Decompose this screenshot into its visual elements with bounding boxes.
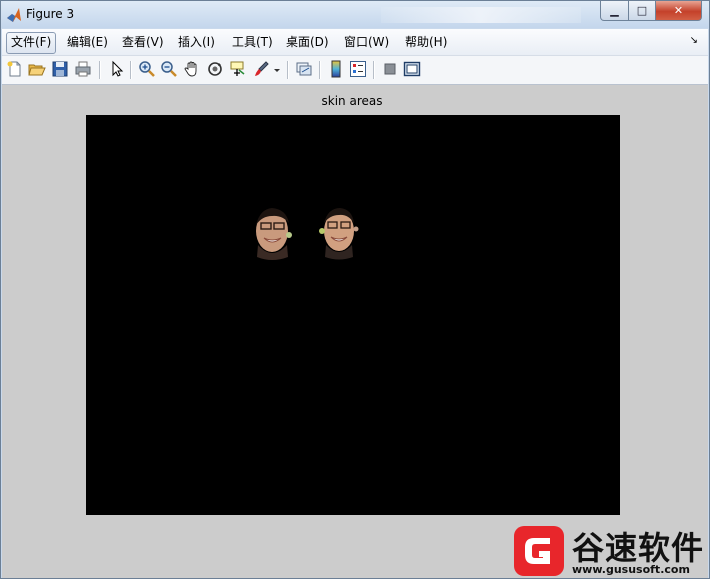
- minimize-button[interactable]: ▁: [600, 1, 629, 21]
- toolbar-separator: [319, 61, 321, 79]
- minimize-icon: ▁: [610, 4, 619, 17]
- matlab-logo-icon: [7, 8, 21, 22]
- watermark-url: www.gususoft.com: [572, 563, 690, 576]
- pan-hand-icon[interactable]: [183, 60, 201, 78]
- zoom-in-icon[interactable]: [138, 60, 156, 78]
- new-figure-icon[interactable]: [6, 60, 24, 78]
- rotate-3d-icon[interactable]: [206, 60, 224, 78]
- maximize-icon: □: [636, 4, 648, 17]
- toolbar-separator: [99, 61, 101, 79]
- maximize-button[interactable]: □: [628, 1, 656, 21]
- menu-edit[interactable]: 编辑(E): [63, 32, 112, 52]
- menu-tools[interactable]: 工具(T): [228, 32, 277, 52]
- menu-bar: 文件(F) 编辑(E) 查看(V) 插入(I) 工具(T) 桌面(D) 窗口(W…: [2, 29, 708, 56]
- open-file-icon[interactable]: [28, 60, 46, 78]
- figure-window: Figure 3 ▁ □ ✕ 文件(F) 编辑(E) 查看(V) 插入(I) 工…: [0, 0, 710, 579]
- menu-file[interactable]: 文件(F): [6, 32, 57, 54]
- gususoft-logo-icon: [514, 526, 564, 576]
- title-bar-blur: [381, 7, 581, 23]
- plot-title: skin areas: [321, 94, 383, 108]
- menu-help[interactable]: 帮助(H): [401, 32, 451, 52]
- print-icon[interactable]: [74, 60, 92, 78]
- menu-window[interactable]: 窗口(W): [340, 32, 393, 52]
- skin-region-face-right: [319, 208, 359, 260]
- toolbar-separator: [130, 61, 132, 79]
- legend-icon[interactable]: [349, 60, 367, 78]
- brush-icon[interactable]: [252, 60, 270, 78]
- figure-toolbar: [2, 56, 708, 85]
- menu-insert[interactable]: 插入(I): [174, 32, 219, 52]
- save-icon[interactable]: [51, 60, 69, 78]
- toolbar-separator: [373, 61, 375, 79]
- colorbar-icon[interactable]: [327, 60, 345, 78]
- zoom-out-icon[interactable]: [160, 60, 178, 78]
- title-bar[interactable]: Figure 3 ▁ □ ✕: [1, 1, 709, 28]
- menu-view[interactable]: 查看(V): [118, 32, 168, 52]
- show-plot-tools-icon[interactable]: [403, 60, 421, 78]
- close-icon: ✕: [673, 4, 684, 17]
- link-plot-icon[interactable]: [295, 60, 313, 78]
- hide-plot-tools-icon[interactable]: [381, 60, 399, 78]
- brush-dropdown-icon[interactable]: [272, 60, 282, 78]
- menu-overflow-icon[interactable]: ↘: [690, 35, 698, 46]
- image-axes[interactable]: [86, 115, 620, 515]
- data-cursor-icon[interactable]: [228, 60, 246, 78]
- menu-desktop[interactable]: 桌面(D): [282, 32, 333, 52]
- edit-plot-arrow-icon[interactable]: [108, 60, 126, 78]
- window-title: Figure 3: [26, 7, 75, 21]
- skin-region-face-left: [256, 208, 292, 260]
- figure-canvas: skin areas: [2, 85, 708, 578]
- close-button[interactable]: ✕: [655, 1, 702, 21]
- toolbar-separator: [287, 61, 289, 79]
- watermark: 谷速软件 www.gususoft.com: [510, 520, 710, 579]
